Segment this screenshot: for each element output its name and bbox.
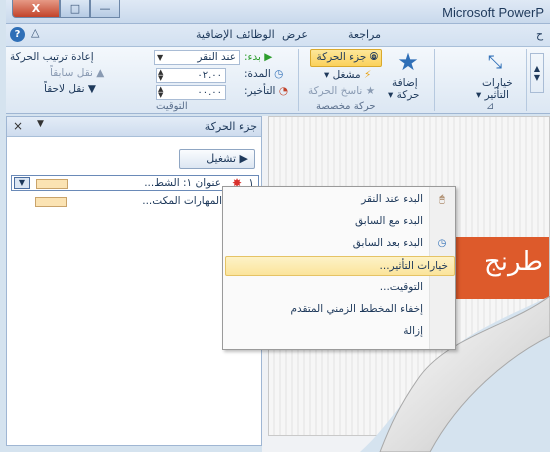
animation-pane-header: جزء الحركة × ▼: [7, 117, 261, 137]
animation-pane-button[interactable]: 🞋 جزء الحركة: [310, 49, 382, 67]
clock-icon: ◷: [437, 237, 447, 249]
timing-group-label: التوقيت: [156, 101, 188, 112]
menu-item-start-with-previous[interactable]: البدء مع السابق: [225, 212, 429, 232]
animation-pane-title: جزء الحركة: [204, 120, 257, 133]
gallery-scroll[interactable]: ▲ ▼: [530, 53, 544, 93]
clock-icon: ◷: [274, 68, 284, 80]
tab-review[interactable]: مراجعة: [348, 28, 381, 41]
menu-item-start-on-click[interactable]: البدء عند النقر: [225, 190, 429, 210]
duration-label: ◷ المدة:: [244, 68, 283, 80]
painter-label: ناسخ الحركة: [308, 85, 363, 97]
add-animation-label: إضافة: [392, 77, 418, 89]
ribbon-tabs: ? △ الوظائف الإضافية عرض مراجعة ح: [6, 24, 550, 46]
group-separator: [298, 49, 299, 111]
delay-label-text: التأخير:: [244, 85, 276, 97]
animation-painter-button[interactable]: ★ ناسخ الحركة: [308, 85, 375, 97]
add-animation-dropdown[interactable]: حركة ▾: [388, 89, 420, 101]
group-separator: [434, 49, 435, 111]
menu-item-start-after-previous[interactable]: البدء بعد السابق: [225, 234, 429, 254]
start-value: عند النقر: [197, 51, 236, 63]
title-bar: X □ — Microsoft PowerP: [6, 0, 550, 24]
effect-options-icon: ⤡: [487, 51, 503, 73]
tab-partial[interactable]: ح: [536, 28, 543, 41]
tab-view[interactable]: عرض: [282, 28, 308, 41]
trigger-button[interactable]: ⚡ مشغل ▾: [324, 69, 371, 81]
play-button[interactable]: ▶ تشغيل: [179, 149, 255, 169]
group-separator: [526, 49, 527, 111]
chevron-down-icon[interactable]: ▼: [37, 119, 44, 129]
close-window-button[interactable]: X: [12, 0, 60, 18]
reorder-animation-title: إعادة ترتيب الحركة: [10, 51, 94, 63]
tab-addins[interactable]: الوظائف الإضافية: [196, 28, 275, 41]
duration-label-text: المدة:: [244, 68, 271, 80]
minimize-ribbon-icon[interactable]: △: [31, 26, 39, 39]
spinner-arrows-icon[interactable]: ▲ ▼: [158, 69, 163, 82]
painter-icon: ★: [365, 85, 376, 97]
spinner-arrows-icon[interactable]: ▲ ▼: [158, 86, 163, 99]
animation-pane-label: جزء الحركة: [316, 51, 367, 63]
start-label-text: ▶ بدء:: [244, 51, 273, 63]
trigger-label: مشغل ▾: [324, 69, 361, 81]
mouse-click-icon: 🖰: [439, 193, 445, 205]
effect-options-label: خيارات: [482, 77, 513, 89]
move-later-button[interactable]: ▼ نقل لاحقاً: [44, 83, 96, 95]
app-title: Microsoft PowerP: [442, 5, 544, 20]
animation-item-label: المهارات المكت...: [142, 195, 222, 207]
trigger-icon: ⚡: [363, 69, 372, 81]
window-controls: X □ —: [12, 0, 120, 18]
chevron-down-icon: ▼: [157, 53, 164, 62]
move-earlier-button[interactable]: ▲ نقل سابقاً: [50, 67, 104, 79]
duration-value: ٠٢.٠٠: [197, 70, 222, 81]
delay-label: ◔ التأخير:: [244, 85, 288, 97]
menu-item-hide-advanced-timeline[interactable]: إخفاء المخطط الزمني المتقدم: [225, 300, 429, 320]
advanced-animation-group-label: حركة مخصصة: [316, 101, 376, 112]
menu-item-timing[interactable]: التوقيت...: [225, 278, 429, 298]
minimize-window-button[interactable]: —: [90, 0, 120, 18]
animation-pane-icon: 🞋: [369, 51, 378, 63]
maximize-window-button[interactable]: □: [60, 0, 90, 18]
dialog-launcher-icon[interactable]: ⊿: [486, 101, 494, 112]
context-menu: 🖰 البدء عند النقر البدء مع السابق ◷ البد…: [222, 186, 456, 350]
chevron-down-icon[interactable]: ▼: [14, 177, 30, 189]
menu-item-effect-options[interactable]: خيارات التأثير...: [225, 256, 455, 276]
add-animation-icon: ★: [397, 48, 419, 76]
effect-options-dropdown[interactable]: التأثير ▾: [476, 89, 509, 101]
delay-spinner[interactable]: ٠٠.٠٠ ▲ ▼: [156, 85, 226, 100]
start-combo[interactable]: عند النقر ▼: [154, 50, 240, 65]
animation-item-label: عنوان ١: الشط...: [144, 177, 221, 189]
close-icon[interactable]: ×: [13, 119, 23, 133]
timeline-bar[interactable]: [36, 179, 68, 189]
menu-item-remove[interactable]: إزالة: [225, 322, 429, 342]
timeline-bar[interactable]: [35, 197, 67, 207]
help-icon[interactable]: ?: [10, 27, 25, 42]
delay-value: ٠٠.٠٠: [197, 87, 222, 98]
delay-clock-icon: ◔: [278, 85, 288, 97]
duration-spinner[interactable]: ٠٢.٠٠ ▲ ▼: [156, 68, 226, 83]
ribbon: إعادة ترتيب الحركة ▲ نقل سابقاً ▼ نقل لا…: [6, 46, 550, 114]
start-label: ▶ بدء:: [244, 51, 272, 63]
